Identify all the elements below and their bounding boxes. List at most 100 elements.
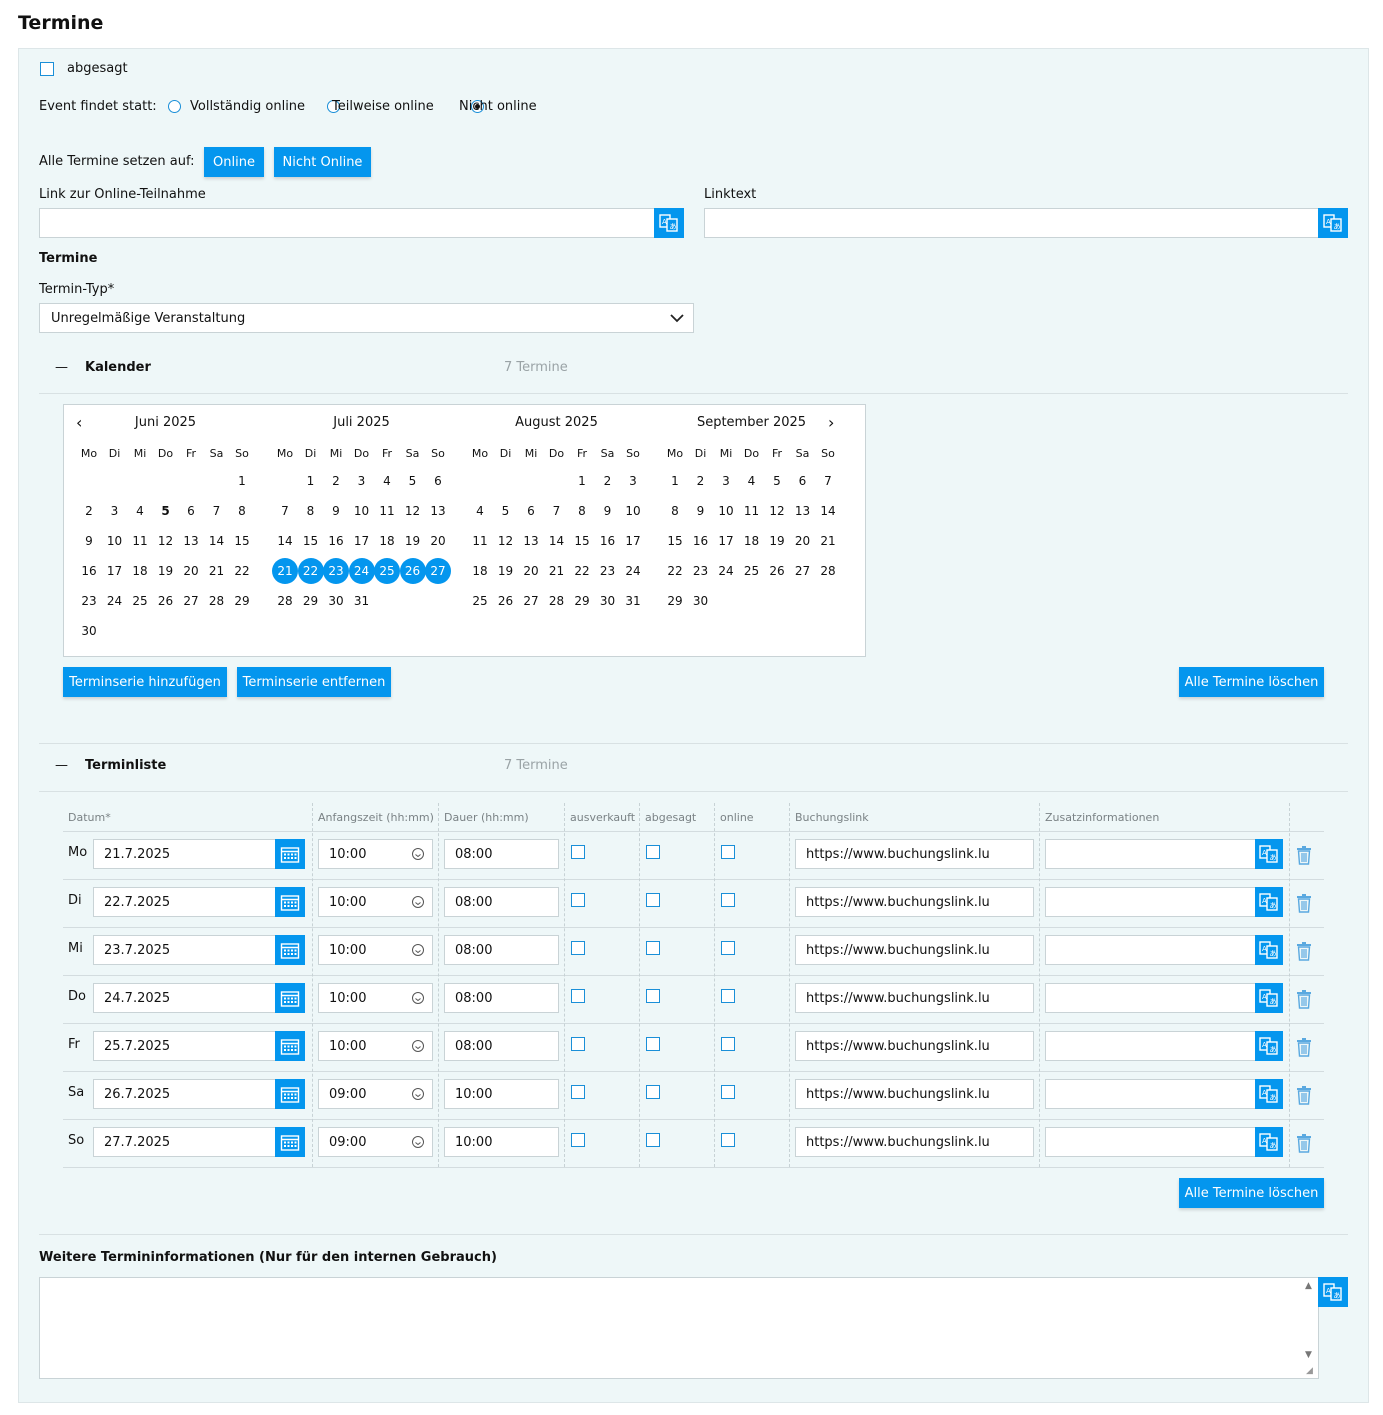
calendar-icon[interactable] [275,839,305,869]
extra-info-input[interactable] [1045,935,1257,965]
calendar-day[interactable]: 22 [229,558,255,584]
calendar-day[interactable]: 30 [76,618,102,644]
resize-handle-icon[interactable]: ◢ [1306,1366,1313,1376]
online-checkbox[interactable] [721,1085,735,1099]
booking-link-input[interactable]: https://www.buchungslink.lu [795,1031,1034,1061]
calendar-day[interactable]: 13 [178,528,204,554]
calendar-day[interactable]: 17 [102,558,128,584]
calendar-day[interactable]: 7 [815,468,841,494]
translate-icon[interactable]: Aあ [654,208,684,238]
cancelled-checkbox[interactable] [646,1037,660,1051]
trash-icon[interactable] [1296,1037,1312,1061]
calendar-day[interactable]: 29 [569,588,595,614]
calendar-day[interactable]: 10 [620,498,646,524]
calendar-day[interactable]: 9 [688,498,714,524]
calendar-day[interactable]: 30 [688,588,714,614]
cancelled-checkbox[interactable] [646,941,660,955]
translate-icon[interactable]: Aあ [1318,208,1348,238]
calendar-day[interactable]: 11 [374,498,400,524]
calendar-day[interactable]: 15 [662,528,688,554]
calendar-day[interactable]: 7 [272,498,298,524]
online-checkbox[interactable] [721,941,735,955]
calendar-day[interactable]: 2 [76,498,102,524]
calendar-day[interactable]: 3 [620,468,646,494]
calendar-day[interactable]: 27 [518,588,544,614]
calendar-day[interactable]: 16 [688,528,714,554]
calendar-day[interactable]: 8 [662,498,688,524]
calendar-day[interactable]: 5 [153,498,179,524]
calendar-day[interactable]: 4 [467,498,493,524]
calendar-day[interactable]: 4 [127,498,153,524]
add-series-button[interactable]: Terminserie hinzufügen [63,667,227,697]
calendar-day[interactable]: 6 [790,468,816,494]
calendar-day[interactable]: 12 [400,498,426,524]
date-input[interactable]: 24.7.2025 [93,983,277,1013]
booking-link-input[interactable]: https://www.buchungslink.lu [795,935,1034,965]
extra-info-input[interactable] [1045,983,1257,1013]
scroll-down-icon[interactable]: ▼ [1305,1350,1312,1360]
calendar-day[interactable]: 14 [204,528,230,554]
set-all-online-button[interactable]: Online [204,147,264,177]
calendar-day[interactable]: 2 [323,468,349,494]
duration-input[interactable]: 10:00 [444,1079,559,1109]
calendar-day[interactable]: 10 [102,528,128,554]
calendar-day[interactable]: 6 [518,498,544,524]
calendar-day[interactable]: 23 [688,558,714,584]
prev-month-icon[interactable]: ‹ [76,413,82,432]
calendar-day[interactable]: 18 [467,558,493,584]
calendar-day[interactable]: 12 [764,498,790,524]
calendar-day[interactable]: 24 [348,558,375,584]
calendar-day[interactable]: 24 [620,558,646,584]
booking-link-input[interactable]: https://www.buchungslink.lu [795,887,1034,917]
extra-info-input[interactable] [1045,1127,1257,1157]
date-input[interactable]: 22.7.2025 [93,887,277,917]
date-input[interactable]: 23.7.2025 [93,935,277,965]
online-checkbox[interactable] [721,1037,735,1051]
sold-out-checkbox[interactable] [571,989,585,1003]
calendar-day[interactable]: 29 [662,588,688,614]
delete-all-button[interactable]: Alle Termine löschen [1179,667,1324,697]
calendar-day[interactable]: 26 [764,558,790,584]
translate-icon[interactable]: Aあ [1255,887,1283,917]
trash-icon[interactable] [1296,1133,1312,1157]
calendar-day[interactable]: 15 [298,528,324,554]
calendar-day[interactable]: 3 [102,498,128,524]
translate-icon[interactable]: Aあ [1255,935,1283,965]
duration-input[interactable]: 08:00 [444,887,559,917]
cancelled-checkbox[interactable] [646,845,660,859]
calendar-day[interactable]: 17 [713,528,739,554]
trash-icon[interactable] [1296,989,1312,1013]
booking-link-input[interactable]: https://www.buchungslink.lu [795,983,1034,1013]
scroll-up-icon[interactable]: ▲ [1305,1281,1312,1291]
date-input[interactable]: 21.7.2025 [93,839,277,869]
calendar-day[interactable]: 28 [815,558,841,584]
calendar-day[interactable]: 20 [425,528,451,554]
calendar-day[interactable]: 21 [272,558,298,584]
booking-link-input[interactable]: https://www.buchungslink.lu [795,839,1034,869]
calendar-icon[interactable] [275,1079,305,1109]
calendar-day[interactable]: 21 [815,528,841,554]
calendar-day[interactable]: 28 [544,588,570,614]
calendar-day[interactable]: 17 [620,528,646,554]
clock-icon[interactable] [411,1039,425,1057]
calendar-day[interactable]: 9 [76,528,102,554]
calendar-day[interactable]: 1 [298,468,324,494]
calendar-day[interactable]: 6 [425,468,451,494]
calendar-day[interactable]: 11 [467,528,493,554]
cancelled-checkbox[interactable] [646,989,660,1003]
radio-fully-online[interactable] [168,100,181,113]
calendar-day[interactable]: 22 [297,558,324,584]
date-input[interactable]: 25.7.2025 [93,1031,277,1061]
extra-info-input[interactable] [1045,887,1257,917]
calendar-day[interactable]: 27 [178,588,204,614]
calendar-icon[interactable] [275,1031,305,1061]
calendar-day[interactable]: 15 [229,528,255,554]
calendar-day[interactable]: 5 [400,468,426,494]
calendar-day[interactable]: 19 [400,528,426,554]
calendar-day[interactable]: 8 [569,498,595,524]
clock-icon[interactable] [411,895,425,913]
calendar-day[interactable]: 11 [127,528,153,554]
calendar-day[interactable]: 28 [204,588,230,614]
calendar-day[interactable]: 28 [272,588,298,614]
online-checkbox[interactable] [721,1133,735,1147]
